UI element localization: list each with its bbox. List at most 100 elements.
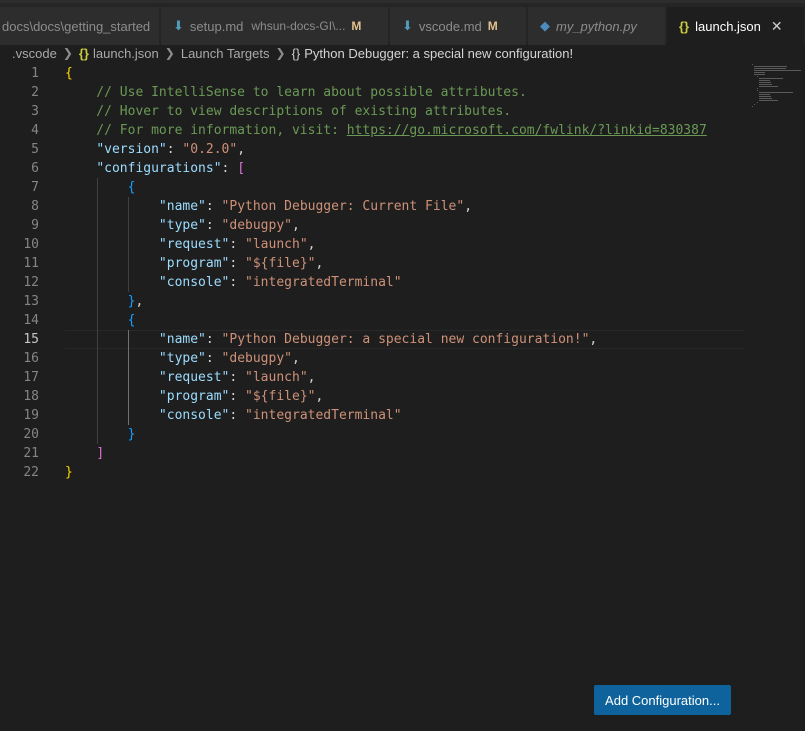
minimap-row [754,70,801,71]
line-number: 9 [31,218,39,233]
tab-getting-started[interactable]: docs\docs\getting_started [0,7,160,45]
code-text: { [65,311,136,330]
code-token: ] [96,446,105,461]
code-token: "version" [96,142,167,157]
code-token: "integratedTerminal" [245,275,402,290]
code-token: : [205,332,222,347]
code-line: 10 "request": "launch", [0,235,745,254]
code-token: : [229,389,246,404]
code-line: 20 } [0,425,745,444]
tab-bar: docs\docs\getting_started ⬇ setup.md whs… [0,0,805,45]
code-line: 19 "console": "integratedTerminal" [0,406,745,425]
minimap-row [759,96,771,97]
code-token: : [229,237,246,252]
breadcrumb-section[interactable]: Launch Targets [181,46,270,61]
code-text: "configurations": [ [65,159,245,178]
code-line: 4 // For more information, visit: https:… [0,121,745,140]
code-token: "program" [158,389,230,404]
code-text: { [65,64,73,83]
code-token: "console" [158,408,230,423]
code-token: "0.2.0" [182,142,238,157]
breadcrumb-folder[interactable]: .vscode [12,46,57,61]
line-number: 20 [23,427,39,442]
minimap-row [754,72,765,73]
line-number: 12 [23,275,39,290]
code-token: : [221,161,238,176]
tab-launch-json[interactable]: {} launch.json ✕ [667,7,805,45]
code-token: "debugpy" [221,218,292,233]
tab-label: launch.json [695,18,761,34]
code-token: , [589,332,598,347]
minimap-row [752,106,753,107]
line-number: 10 [23,237,39,252]
code-token: , [292,351,300,366]
code-line: 9 "type": "debugpy", [0,216,745,235]
line-number: 15 [23,332,39,347]
code-token: , [292,218,300,233]
minimap-row [752,64,753,65]
modified-badge: M [487,19,498,33]
code-line: 16 "type": "debugpy", [0,349,745,368]
code-line: 5 "version": "0.2.0", [0,140,745,159]
minimap-row [757,88,758,89]
code-text: "name": "Python Debugger: a special new … [65,330,597,349]
minimap-row [759,80,770,81]
code-token: "${file}" [245,256,316,271]
code-line: 6 "configurations": [ [0,159,745,178]
code-editor[interactable]: 1{2 // Use IntelliSense to learn about p… [0,64,805,731]
code-text: } [65,463,73,482]
code-line: 11 "program": "${file}", [0,254,745,273]
minimap-row [754,66,787,67]
modified-badge: M [351,19,362,33]
minimap-row [759,98,772,99]
minimap-row [757,102,758,103]
code-token: // For more information, visit: [65,123,347,138]
tab-my-python[interactable]: ◆ my_python.py [528,7,666,45]
minimap-row [759,94,770,95]
code-line: 18 "program": "${file}", [0,387,745,406]
code-token: [ [237,161,246,176]
tab-vscode-md[interactable]: ⬇ vscode.md M [390,7,527,45]
code-line: 7 { [0,178,745,197]
breadcrumb-item[interactable]: Python Debugger: a special new configura… [304,46,573,61]
tab-setup-md[interactable]: ⬇ setup.md whsun-docs-GI\... M [161,7,389,45]
code-token: : [229,275,246,290]
line-number: 22 [23,465,39,480]
line-number: 7 [31,180,39,195]
close-icon[interactable]: ✕ [771,18,783,35]
line-number: 17 [23,370,39,385]
code-line: 17 "request": "launch", [0,368,745,387]
code-token: "name" [158,199,206,214]
json-icon: {} [679,18,690,34]
breadcrumb-file[interactable]: launch.json [93,46,159,61]
code-token: // Use IntelliSense to learn about possi… [65,85,527,100]
code-line: 3 // Hover to view descriptions of exist… [0,102,745,121]
code-token: , [135,294,144,309]
minimap-row [759,78,783,79]
code-text: "console": "integratedTerminal" [65,273,402,292]
code-line: 13 }, [0,292,745,311]
code-text: "type": "debugpy", [65,349,300,368]
tab-label: vscode.md [418,18,482,34]
line-number: 19 [23,408,39,423]
add-configuration-button[interactable]: Add Configuration... [594,685,731,715]
json-icon: {} [78,45,89,61]
chevron-right-icon: ❯ [62,46,73,60]
tab-label: my_python.py [556,18,637,34]
code-token: "Python Debugger: Current File" [221,199,465,214]
code-text: ] [65,444,104,463]
minimap-row [759,100,778,101]
minimap-row [754,104,755,105]
minimap[interactable] [752,64,802,114]
code-text: { [65,178,136,197]
